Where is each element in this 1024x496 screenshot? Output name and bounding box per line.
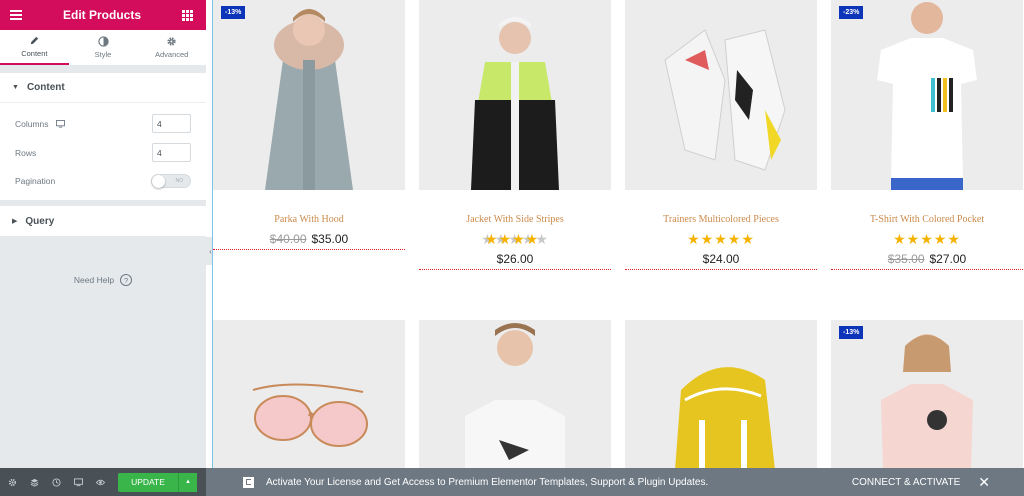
tshirt-image	[831, 0, 1023, 190]
pagination-control: Pagination NO	[0, 167, 206, 196]
content-section: ▼ Content Columns 4 Rows 4 Pagination NO	[0, 73, 206, 200]
product-name[interactable]: T-Shirt With Colored Pocket	[831, 214, 1023, 225]
product-card[interactable]: Jacket With Side Stripes ★★★★★ ★★★★★ $26…	[419, 0, 611, 270]
content-section-header[interactable]: ▼ Content	[0, 73, 206, 103]
old-price: $40.00	[269, 232, 307, 246]
navigator-icon[interactable]	[30, 478, 39, 487]
discount-badge: -23%	[839, 6, 864, 19]
license-notice-bar: Activate Your License and Get Access to …	[206, 468, 1024, 496]
product-image[interactable]: -13%	[213, 0, 405, 190]
product-price: $26.00	[419, 252, 611, 270]
tab-content-label: Content	[21, 49, 48, 58]
backpack-image	[625, 320, 817, 468]
current-price: $27.00	[929, 252, 967, 266]
printed-tshirt-image	[419, 320, 611, 468]
connect-activate-link[interactable]: CONNECT & ACTIVATE	[852, 477, 960, 488]
preview-eye-icon[interactable]	[96, 478, 105, 487]
columns-label-text: Columns	[15, 118, 49, 129]
contrast-icon	[97, 36, 109, 47]
product-image[interactable]: -23%	[831, 0, 1023, 190]
tab-advanced[interactable]: Advanced	[137, 30, 206, 65]
toggle-text: NO	[175, 177, 184, 184]
elementor-logo-icon	[243, 476, 254, 488]
caret-down-icon: ▼	[12, 84, 19, 91]
panel-tabs: Content Style Advanced	[0, 30, 206, 66]
caret-right-icon: ▶	[12, 218, 18, 225]
discount-badge: -13%	[839, 326, 864, 339]
rows-label: Rows	[15, 147, 37, 158]
current-price: $35.00	[311, 232, 349, 246]
product-card[interactable]	[419, 320, 611, 468]
need-help-text: Need Help	[73, 275, 115, 285]
pagination-label: Pagination	[15, 175, 56, 186]
update-button[interactable]: UPDATE	[118, 472, 178, 492]
panel-footer: UPDATE ▲	[0, 468, 206, 496]
tab-style[interactable]: Style	[69, 30, 138, 65]
current-price: $26.00	[496, 252, 534, 266]
notice-text: Activate Your License and Get Access to …	[266, 476, 709, 488]
jacket-image	[419, 0, 611, 190]
widgets-grid-icon[interactable]	[181, 9, 193, 21]
query-section-title: Query	[25, 215, 55, 227]
pink-tshirt-image	[831, 320, 1023, 468]
content-section-title: Content	[26, 82, 65, 93]
settings-icon[interactable]	[8, 478, 17, 487]
panel-header: Edit Products	[0, 0, 206, 30]
old-price: $35.00	[887, 252, 925, 266]
responsive-mode-icon[interactable]	[74, 477, 83, 487]
product-price: $35.00 $27.00	[831, 252, 1023, 270]
toggle-knob	[152, 174, 165, 188]
product-card[interactable]: Trainers Multicolored Pieces ★★★★★ $24.0…	[625, 0, 817, 270]
close-icon[interactable]: ✕	[978, 474, 990, 491]
product-name[interactable]: Jacket With Side Stripes	[419, 214, 611, 225]
editor-panel: Edit Products Content Style Advanced ▼ C…	[0, 0, 206, 468]
product-image[interactable]	[213, 320, 405, 468]
columns-input[interactable]: 4	[152, 114, 191, 133]
columns-control: Columns 4	[0, 109, 206, 138]
history-icon[interactable]	[52, 477, 61, 487]
editor-app: Edit Products Content Style Advanced ▼ C…	[0, 0, 1024, 496]
product-card[interactable]: -13%	[831, 320, 1023, 468]
preview-canvas: -13% Parka With Hood $40.00 $35.00 Jacket…	[212, 0, 1024, 468]
product-card[interactable]	[625, 320, 817, 468]
sunglasses-image	[213, 320, 405, 468]
need-help-link[interactable]: Need Help ?	[0, 274, 206, 286]
product-image[interactable]	[625, 0, 817, 190]
product-card[interactable]: -23% T-Shirt With Colored Pocket ★★★★★ $…	[831, 0, 1023, 270]
gear-icon	[167, 37, 176, 46]
columns-label: Columns	[15, 119, 65, 129]
menu-icon[interactable]	[10, 10, 22, 20]
help-icon: ?	[120, 274, 133, 286]
tab-advanced-label: Advanced	[155, 50, 189, 59]
pencil-icon	[30, 36, 38, 45]
star-rating: ★★★★★	[687, 231, 755, 247]
parka-image	[213, 0, 405, 190]
update-options-button[interactable]: ▲	[178, 472, 197, 492]
tab-style-label: Style	[94, 50, 112, 59]
product-image[interactable]: -13%	[831, 320, 1023, 468]
current-price: $24.00	[702, 252, 740, 266]
trainers-image	[625, 0, 817, 190]
product-card[interactable]: -13% Parka With Hood $40.00 $35.00	[213, 0, 405, 250]
tab-content[interactable]: Content	[0, 30, 69, 65]
product-card[interactable]	[213, 320, 405, 468]
product-image[interactable]	[625, 320, 817, 468]
desktop-icon[interactable]	[55, 119, 65, 128]
product-name[interactable]: Parka With Hood	[213, 214, 405, 225]
rows-input[interactable]: 4	[152, 143, 191, 162]
product-price: $40.00 $35.00	[213, 232, 405, 250]
product-image[interactable]	[419, 320, 611, 468]
rows-control: Rows 4	[0, 138, 206, 167]
product-price: $24.00	[625, 252, 817, 270]
product-name[interactable]: Trainers Multicolored Pieces	[625, 214, 817, 225]
star-rating: ★★★★★ ★★★★★	[419, 231, 611, 247]
pagination-toggle[interactable]: NO	[151, 173, 191, 188]
rating-stars-filled: ★★★★★	[485, 231, 539, 247]
star-rating: ★★★★★	[893, 231, 961, 247]
panel-title: Edit Products	[62, 8, 141, 22]
product-image[interactable]	[419, 0, 611, 190]
query-section: ▶ Query	[0, 206, 206, 236]
discount-badge: -13%	[221, 6, 246, 19]
query-section-header[interactable]: ▶ Query	[0, 206, 206, 236]
